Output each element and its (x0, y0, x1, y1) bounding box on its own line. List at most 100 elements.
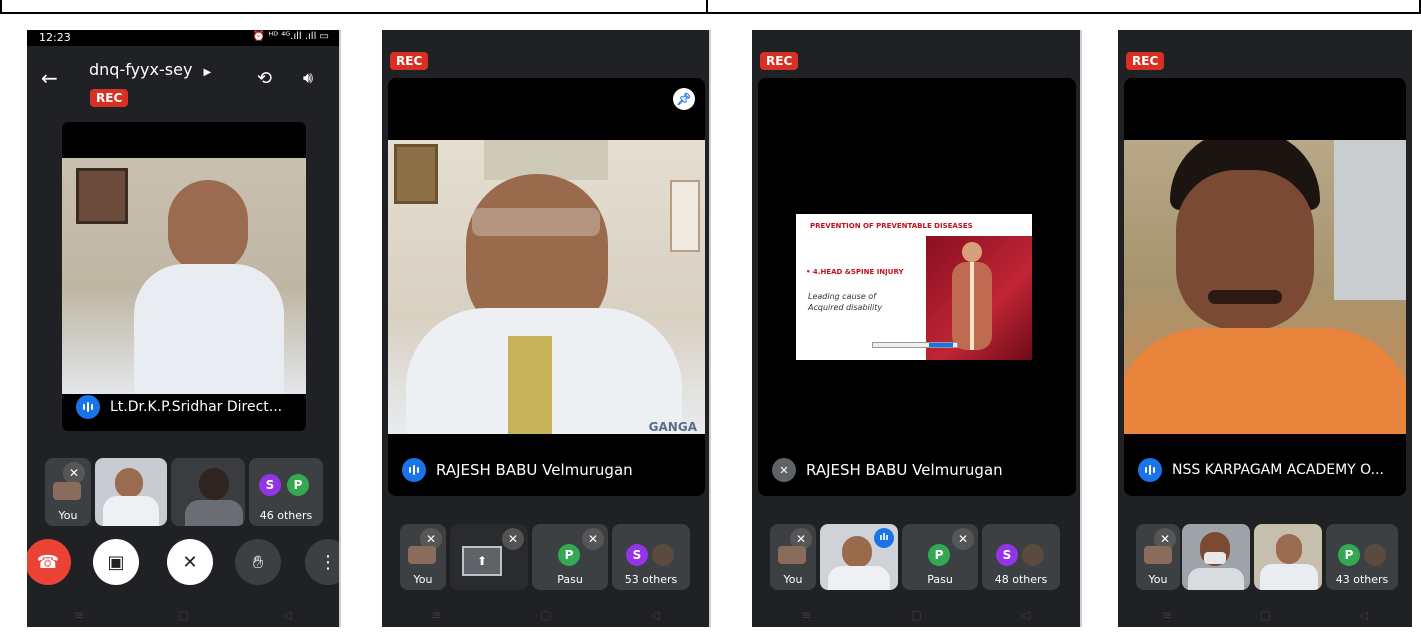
participant-video: GANGA (388, 140, 705, 434)
wall-frame (76, 168, 128, 224)
tile-others[interactable]: S P 46 others (249, 458, 323, 526)
back-icon[interactable]: ◁ (1021, 608, 1030, 622)
present-screen-icon: ⬆ (462, 546, 502, 576)
audio-level-icon (402, 458, 426, 482)
more-vert-icon: ⋮ (319, 551, 337, 573)
you-label: You (58, 509, 78, 522)
home-icon[interactable]: ▢ (911, 608, 922, 622)
others-count: 53 others (624, 573, 678, 586)
home-icon[interactable]: ▢ (1260, 608, 1271, 622)
participant-video (62, 158, 306, 394)
table-cell-right (706, 0, 1421, 14)
shirt-shape (1124, 328, 1406, 434)
participant-face (199, 468, 229, 500)
tile-participant-2[interactable] (1182, 524, 1250, 590)
avatar-p: P (928, 544, 950, 566)
you-label: You (1148, 573, 1168, 586)
rec-badge: REC (1126, 52, 1165, 70)
speaker-name-bar: Lt.Dr.K.P.Sridhar Direct... (76, 395, 282, 419)
back-icon[interactable]: ◁ (283, 608, 292, 622)
tile-you[interactable]: ✕ You (45, 458, 91, 526)
tile-participant-3[interactable] (171, 458, 245, 526)
avatar-p: P (1338, 544, 1360, 566)
participant-face (842, 536, 872, 568)
switch-camera-icon[interactable]: ⟲ (257, 68, 272, 89)
main-video-tile[interactable]: Lt.Dr.K.P.Sridhar Direct... (62, 122, 306, 431)
mic-off-icon: ✕ (63, 462, 85, 484)
shirt-shape (134, 264, 284, 394)
wall-poster (670, 180, 700, 252)
tile-pasu[interactable]: ✕ P Pasu (902, 524, 978, 590)
face-shape (168, 180, 248, 272)
tile-participant-2[interactable]: ılı (820, 524, 898, 590)
speaker-icon[interactable]: 🔊︎ (303, 68, 313, 88)
camera-off-button[interactable]: ▣ (93, 539, 139, 585)
slide-share-bar (872, 342, 958, 348)
tile-participant-3[interactable] (1254, 524, 1322, 590)
menu-icon[interactable]: ≡ (1162, 608, 1172, 622)
tile-others[interactable]: S 48 others (982, 524, 1060, 590)
wall-frame (394, 144, 438, 204)
audio-level-icon: ılı (874, 528, 894, 548)
tile-you[interactable]: ✕ You (1136, 524, 1180, 590)
participant-face (115, 468, 143, 498)
more-options-button[interactable]: ⋮ (305, 539, 339, 585)
avatar-p: P (558, 544, 580, 566)
raise-hand-button[interactable]: ✋︎ (235, 539, 281, 585)
phone-screenshot-2: REC 📌︎ GANGA RAJESH BABU Velmurugan ✕ Yo… (382, 30, 711, 627)
participant-face (1276, 534, 1302, 564)
stop-share-chip (929, 343, 953, 347)
home-icon[interactable]: ▢ (178, 608, 189, 622)
pin-icon[interactable]: 📌︎ (673, 88, 695, 110)
caret-right-icon: ▶ (203, 67, 212, 78)
back-icon[interactable]: ◁ (1359, 608, 1368, 622)
back-arrow-icon[interactable]: ← (41, 66, 58, 90)
mic-off-icon: ✕ (952, 528, 974, 550)
glasses-shape (472, 208, 600, 236)
android-nav-bar: ≡ ▢ ◁ (1118, 603, 1412, 627)
anatomy-head (962, 242, 982, 262)
participant-body (828, 566, 890, 590)
tile-you[interactable]: ✕ You (400, 524, 446, 590)
home-icon[interactable]: ▢ (540, 608, 551, 622)
speaker-name: RAJESH BABU Velmurugan (436, 461, 633, 479)
end-call-button[interactable]: ☎ (27, 539, 71, 585)
main-video-tile[interactable]: PREVENTION OF PREVENTABLE DISEASES • 4.H… (758, 78, 1076, 496)
you-avatar (408, 546, 436, 564)
menu-icon[interactable]: ≡ (74, 608, 84, 622)
you-label: You (413, 573, 433, 586)
speaker-name-bar: RAJESH BABU Velmurugan (402, 458, 633, 482)
avatar-photo (1364, 544, 1386, 566)
phone-screenshot-3: REC PREVENTION OF PREVENTABLE DISEASES •… (752, 30, 1082, 627)
speaker-name: NSS KARPAGAM ACADEMY O... (1172, 462, 1384, 478)
tile-others[interactable]: S 53 others (612, 524, 690, 590)
participant-body (185, 500, 243, 526)
main-video-tile[interactable]: NSS KARPAGAM ACADEMY O... (1124, 78, 1406, 496)
status-bar: 12:23 ⏰ ᴴᴰ ⁴ᴳ.ıll .ıll ▭ (27, 30, 339, 46)
background-shelf (1334, 140, 1406, 300)
mustache-shape (1208, 290, 1282, 304)
tile-others[interactable]: P 43 others (1326, 524, 1398, 590)
speaker-name: RAJESH BABU Velmurugan (806, 461, 1003, 479)
tile-you[interactable]: ✕ You (770, 524, 816, 590)
menu-icon[interactable]: ≡ (431, 608, 441, 622)
face-shape (1176, 170, 1314, 330)
meeting-code[interactable]: dnq-fyyx-sey ▶ (89, 60, 211, 79)
avatar-s: S (259, 474, 281, 496)
avatar-photo (1022, 544, 1044, 566)
slide-text-1: Leading cause of (808, 292, 876, 301)
rec-badge: REC (760, 52, 799, 70)
mic-off-icon: ✕ (772, 458, 796, 482)
menu-icon[interactable]: ≡ (802, 608, 812, 622)
avatar-s: S (626, 544, 648, 566)
tile-participant-2[interactable] (95, 458, 167, 526)
tile-pasu[interactable]: ✕ P Pasu (532, 524, 608, 590)
rec-badge: REC (390, 52, 429, 70)
mic-off-button[interactable]: ✕ (167, 539, 213, 585)
tile-screen-share[interactable]: ✕ ⬆ (450, 524, 528, 590)
speaker-name-bar: NSS KARPAGAM ACADEMY O... (1138, 458, 1384, 482)
others-count: 43 others (1335, 573, 1389, 586)
participant-video (1124, 140, 1406, 434)
main-video-tile[interactable]: 📌︎ GANGA RAJESH BABU Velmurugan (388, 78, 705, 496)
back-icon[interactable]: ◁ (650, 608, 659, 622)
